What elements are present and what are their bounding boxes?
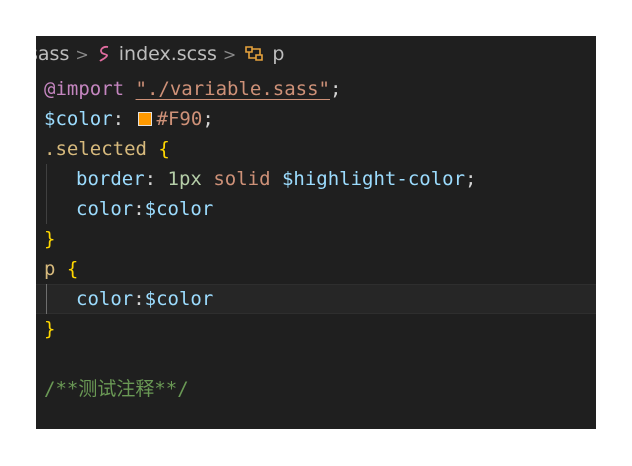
- code-line: /**测试注释**/: [36, 374, 596, 404]
- code-line: border: 1px solid $highlight-color;: [36, 164, 596, 194]
- number-value: 1px: [167, 168, 202, 190]
- color-value: #F90: [156, 108, 203, 130]
- colon: :: [144, 168, 157, 190]
- code-line: }: [36, 314, 596, 344]
- colon: :: [133, 288, 145, 310]
- semicolon: ;: [202, 108, 214, 130]
- breadcrumb-symbol[interactable]: p: [244, 43, 284, 65]
- breadcrumb-folder[interactable]: sass: [36, 43, 69, 65]
- code-line: .selected {: [36, 134, 596, 164]
- selector-icon: [244, 44, 266, 64]
- code-line-current: color:$color: [36, 284, 596, 314]
- import-path-link[interactable]: "./variable.sass": [136, 78, 330, 100]
- code-line: }: [36, 224, 596, 254]
- colon: :: [112, 108, 125, 130]
- color-swatch[interactable]: [137, 112, 152, 126]
- code-line: @import "./variable.sass";: [36, 74, 596, 104]
- variable-name: $highlight-color: [281, 168, 466, 190]
- indent-guide: [46, 194, 47, 224]
- variable-name: $color: [144, 198, 214, 220]
- open-brace: {: [158, 138, 170, 160]
- breadcrumb-folder-label: sass: [36, 43, 70, 65]
- close-brace: }: [44, 228, 56, 250]
- import-keyword: @import: [44, 78, 125, 100]
- code-line: color:$color: [36, 194, 596, 224]
- code-line: p {: [36, 254, 596, 284]
- keyword-value: solid: [213, 168, 271, 190]
- semicolon: ;: [465, 168, 477, 190]
- selector: .selected: [44, 138, 147, 160]
- indent-guide: [46, 284, 47, 314]
- colon: :: [133, 198, 145, 220]
- chevron-right-icon: >: [222, 44, 237, 64]
- variable-name: $color: [144, 288, 214, 310]
- code-line: $color: #F90;: [36, 104, 596, 134]
- close-brace: }: [44, 318, 56, 340]
- breadcrumb-symbol-label: p: [272, 43, 285, 65]
- breadcrumb-file-label: index.scss: [118, 43, 217, 65]
- chevron-right-icon: >: [75, 44, 89, 64]
- indent-guide: [46, 164, 47, 194]
- code-editor[interactable]: sass > index.scss > p @import "./variabl…: [36, 36, 596, 429]
- comment: /**测试注释**/: [44, 378, 189, 400]
- property-name: color: [76, 288, 134, 310]
- selector: p: [44, 258, 56, 280]
- breadcrumb-file[interactable]: index.scss: [97, 43, 217, 65]
- property-name: border: [76, 168, 145, 190]
- property-name: color: [76, 198, 134, 220]
- semicolon: ;: [330, 78, 342, 100]
- sass-file-icon: [97, 45, 113, 63]
- code-area[interactable]: @import "./variable.sass"; $color: #F90;…: [36, 74, 596, 404]
- variable-name: $color: [44, 108, 113, 130]
- breadcrumb: sass > index.scss > p: [36, 40, 284, 68]
- open-brace: {: [66, 258, 79, 280]
